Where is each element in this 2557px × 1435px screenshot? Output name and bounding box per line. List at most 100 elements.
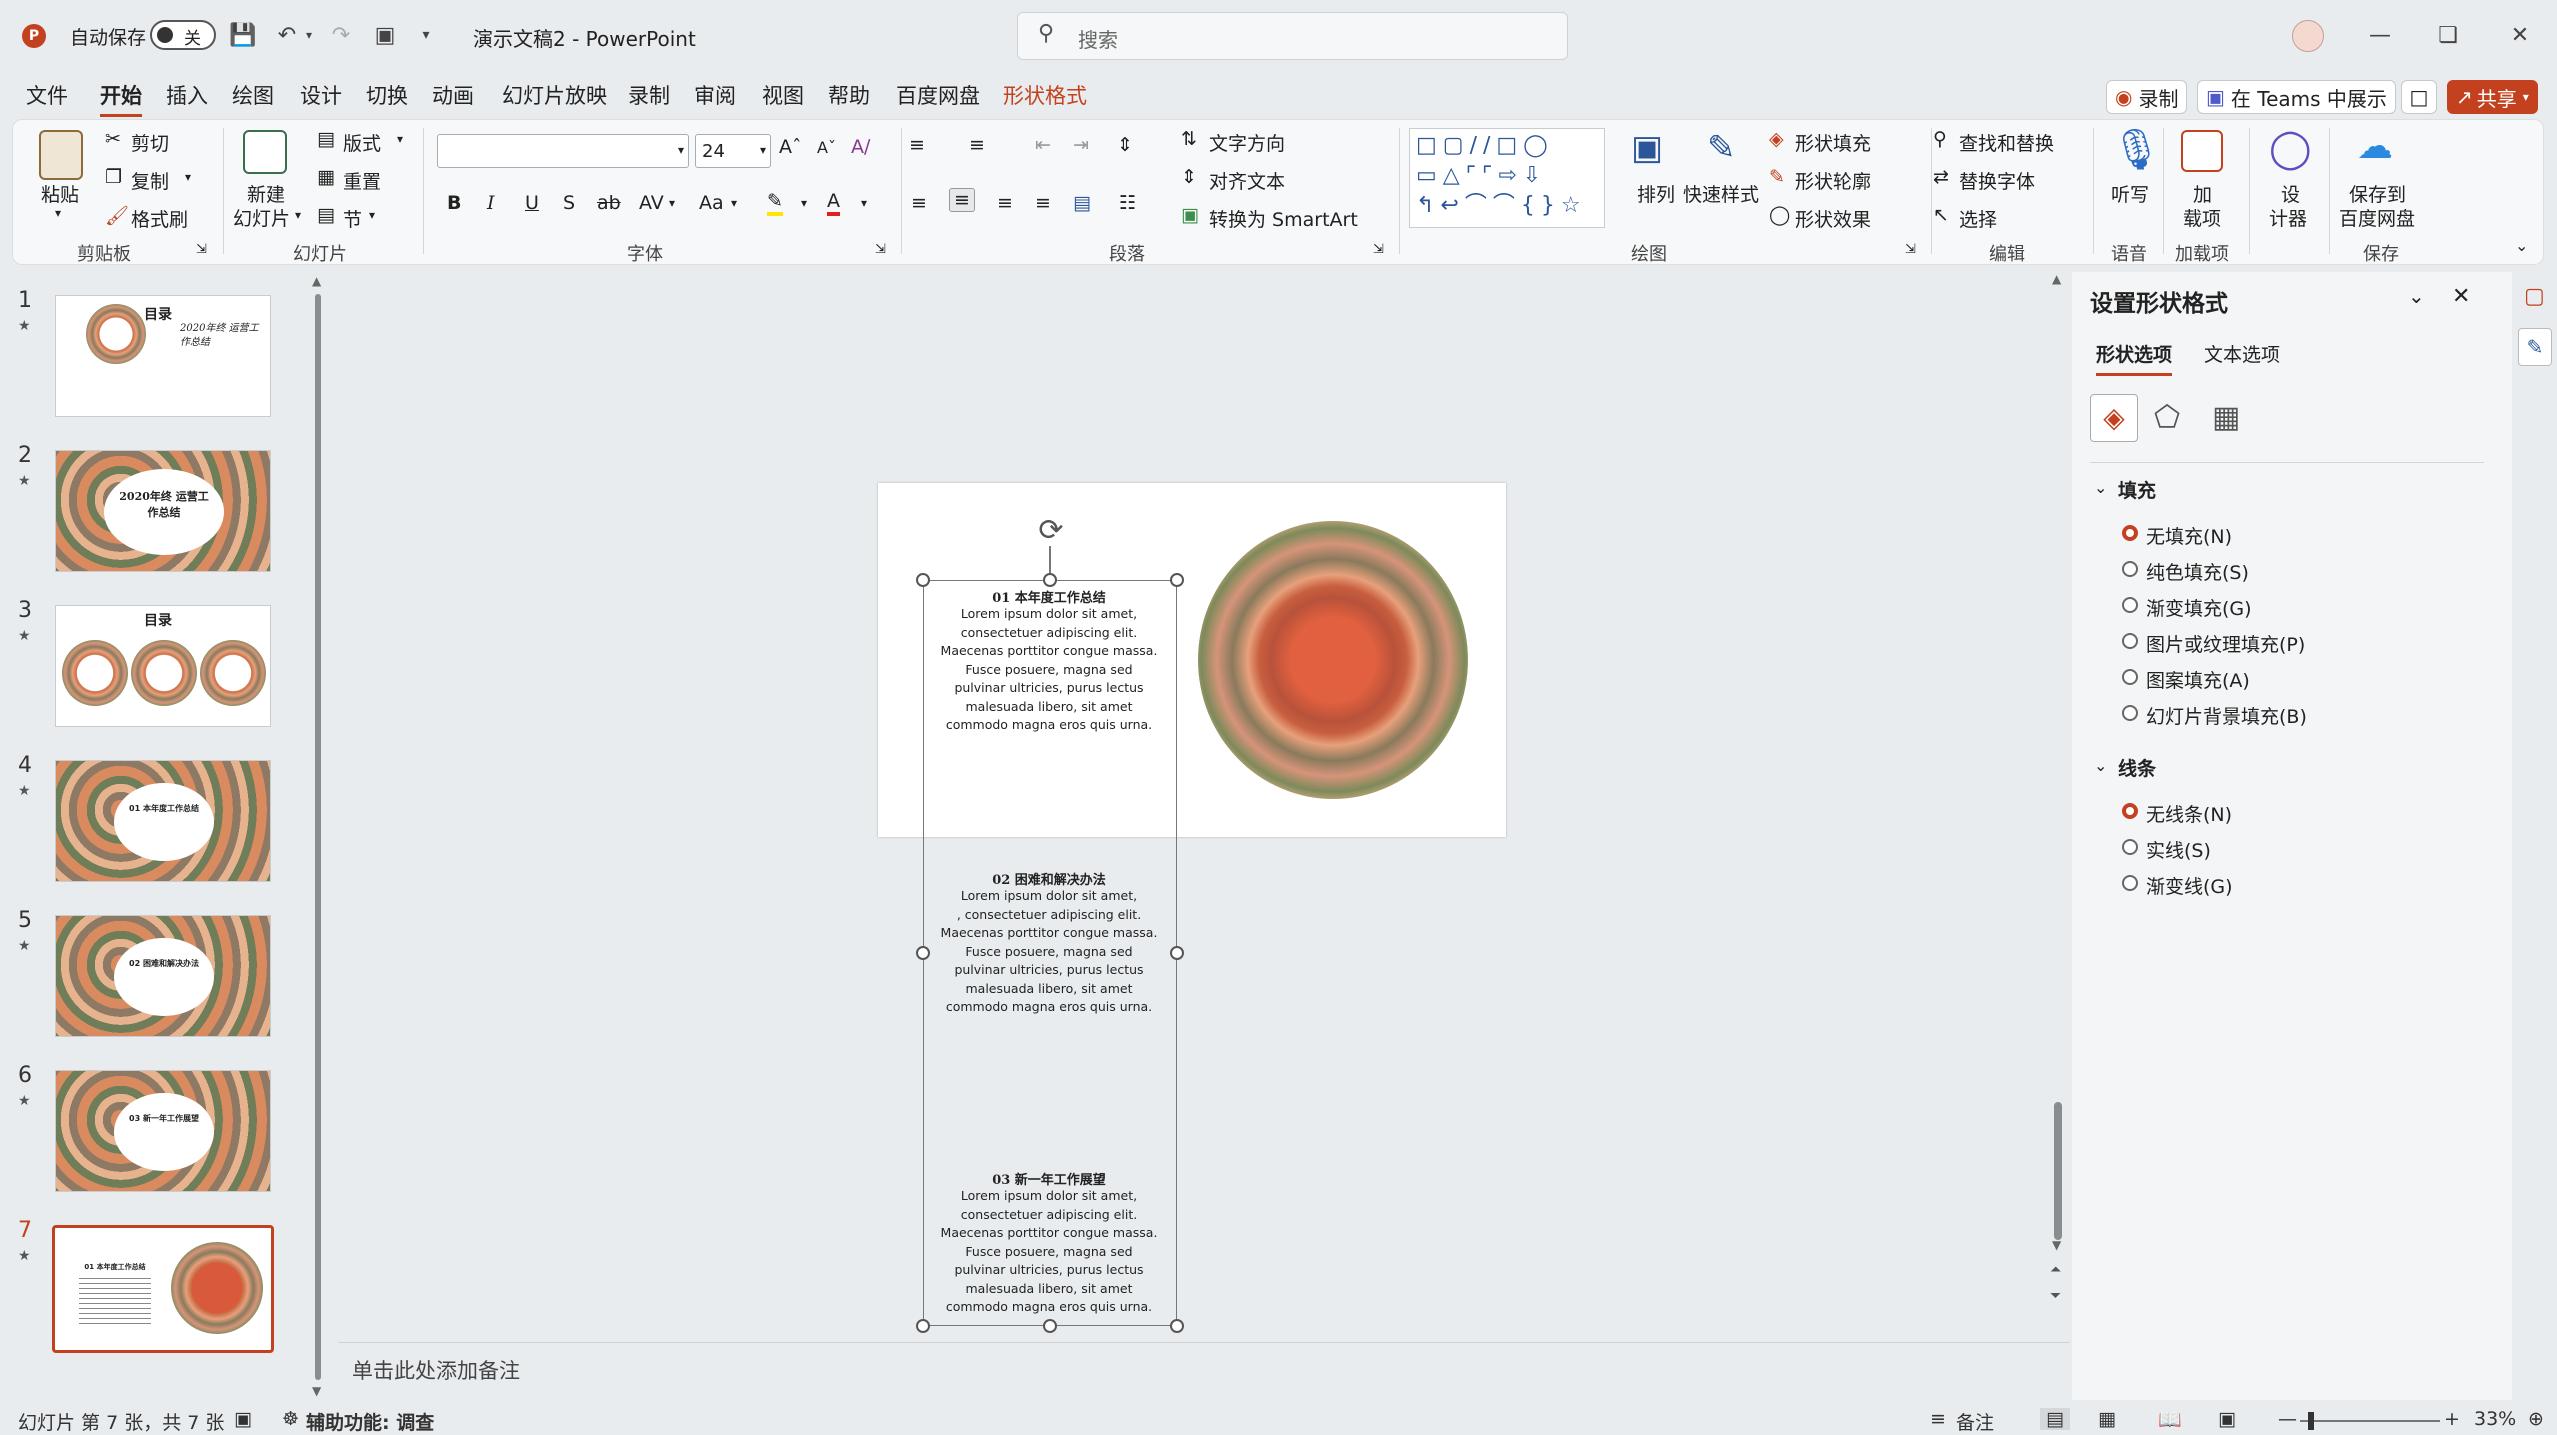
highlight-icon[interactable]: ✎ [767, 190, 783, 216]
radio[interactable] [2122, 705, 2138, 721]
section-3-line[interactable]: Lorem ipsum dolor sit amet, [924, 1187, 1174, 1206]
font-size-input[interactable]: 24 ▾ [695, 134, 771, 168]
resize-handle-top-left[interactable] [916, 573, 930, 587]
arrange-label[interactable]: 排列 [1637, 180, 1675, 207]
tab-help[interactable]: 帮助 [828, 80, 870, 110]
paragraph-launcher-icon[interactable]: ⇲ [1373, 242, 1384, 257]
wreath-photo-image[interactable] [1198, 521, 1468, 799]
radio-selected[interactable] [2122, 803, 2138, 819]
designer-icon[interactable]: ◯ [2269, 126, 2312, 170]
tab-record[interactable]: 录制 [628, 80, 670, 110]
text-direction-icon[interactable]: ⇅ [1181, 128, 1197, 150]
tab-insert[interactable]: 插入 [166, 80, 208, 110]
section-1-line[interactable]: consectetuer adipiscing elit. [924, 624, 1174, 643]
section-2-line[interactable]: Lorem ipsum dolor sit amet, [924, 887, 1174, 906]
autosave-toggle[interactable]: 关 [150, 20, 216, 50]
highlight-dropdown-icon[interactable]: ▾ [801, 196, 807, 210]
shrink-font-icon[interactable]: Aˇ [817, 138, 836, 157]
select-label[interactable]: 选择 [1959, 205, 1997, 232]
tab-slideshow[interactable]: 幻灯片放映 [502, 80, 607, 110]
change-case-dropdown-icon[interactable]: ▾ [731, 196, 737, 210]
reset-icon[interactable]: ▦ [317, 166, 335, 188]
line-spacing-icon[interactable]: ⇕ [1117, 134, 1133, 156]
font-name-input[interactable]: ▾ [437, 134, 689, 168]
radio[interactable] [2122, 561, 2138, 577]
section-1-line[interactable]: commodo magna eros quis urna. [924, 716, 1174, 735]
change-case-button[interactable]: Aa [699, 192, 724, 214]
font-name-dropdown-icon[interactable]: ▾ [678, 143, 684, 157]
tab-shape-options[interactable]: 形状选项 [2096, 340, 2173, 376]
section-2-line[interactable]: , consectetuer adipiscing elit. [924, 906, 1174, 925]
section-1-line[interactable]: Lorem ipsum dolor sit amet, [924, 605, 1174, 624]
smartart-label[interactable]: 转换为 SmartArt [1209, 205, 1358, 232]
redo-icon[interactable]: ↷ [326, 20, 356, 50]
select-icon[interactable]: ↖ [1933, 204, 1949, 226]
fill-section-header[interactable]: 填充 [2118, 476, 2156, 503]
align-text-label[interactable]: 对齐文本 [1209, 167, 1285, 194]
thumbnail-slide-7[interactable]: 01 本年度工作总结 [52, 1225, 274, 1353]
shape-effects-label[interactable]: 形状效果 [1795, 205, 1871, 232]
thumbnail-slide-1[interactable]: 目录 2020年终 运营工作总结 [55, 295, 271, 417]
new-slide-icon[interactable] [243, 130, 287, 174]
section-2-line[interactable]: pulvinar ultricies, purus lectus [924, 961, 1174, 980]
format-painter-label[interactable]: 格式刷 [131, 205, 188, 232]
section-3-line[interactable]: pulvinar ultricies, purus lectus [924, 1261, 1174, 1280]
numbering-icon[interactable]: ≡ [969, 134, 985, 156]
thumbnail-slide-2[interactable]: 2020年终 运营工作总结 [55, 450, 271, 572]
align-right-icon[interactable]: ≡ [997, 192, 1013, 214]
new-slide-label-1[interactable]: 新建 [247, 180, 285, 207]
char-spacing-button[interactable]: AV [639, 192, 664, 214]
format-painter-icon[interactable]: 🖌 [105, 204, 129, 227]
shape-fill-label[interactable]: 形状填充 [1795, 129, 1871, 156]
scroll-thumb[interactable] [315, 294, 321, 1380]
arrange-icon[interactable]: ▣ [1631, 128, 1663, 168]
thumbnail-slide-4[interactable]: 01 本年度工作总结 [55, 760, 271, 882]
resize-handle-top[interactable] [1043, 573, 1057, 587]
shape-outline-icon[interactable]: ✎ [1769, 166, 1785, 188]
radio[interactable] [2122, 597, 2138, 613]
section-1-title[interactable]: 01 本年度工作总结 [924, 587, 1174, 606]
shape-fill-icon[interactable]: ◈ [1769, 128, 1784, 150]
tab-file[interactable]: 文件 [26, 80, 68, 110]
section-label[interactable]: 节 [343, 205, 362, 232]
section-2-title[interactable]: 02 困难和解决办法 [924, 869, 1174, 888]
present-icon[interactable]: ▣ [370, 20, 400, 50]
strikethrough-button[interactable]: ab [597, 192, 621, 214]
italic-button[interactable]: I [487, 192, 495, 214]
section-2-line[interactable]: malesuada libero, sit amet [924, 980, 1174, 999]
section-1-line[interactable]: Fusce posuere, magna sed [924, 661, 1174, 680]
paste-icon[interactable] [39, 130, 83, 180]
cut-icon[interactable]: ✂ [105, 128, 121, 150]
replace-font-icon[interactable]: ⇄ [1933, 166, 1949, 188]
accessibility-status[interactable]: 辅助功能: 调查 [306, 1408, 434, 1435]
section-1-line[interactable]: malesuada libero, sit amet [924, 698, 1174, 717]
clipboard-launcher-icon[interactable]: ⇲ [196, 242, 207, 257]
align-left-icon[interactable]: ≡ [911, 192, 927, 214]
section-2-line[interactable]: Maecenas porttitor congue massa. [924, 924, 1174, 943]
resize-handle-right[interactable] [1170, 946, 1184, 960]
restore-icon[interactable]: ❏ [2433, 20, 2463, 50]
section-1-line[interactable]: pulvinar ultricies, purus lectus [924, 679, 1174, 698]
designer-side-icon[interactable]: ▢ [2524, 284, 2545, 309]
find-replace-label[interactable]: 查找和替换 [1959, 129, 2054, 156]
save-baidu-label-1[interactable]: 保存到 [2349, 180, 2406, 207]
tab-view[interactable]: 视图 [762, 80, 804, 110]
radio[interactable] [2122, 669, 2138, 685]
clear-format-icon[interactable]: A∕ [851, 136, 870, 158]
grow-font-icon[interactable]: Aˆ [779, 136, 802, 158]
share-button[interactable]: ↗ 共享 ▾ [2447, 80, 2538, 114]
section-2-line[interactable]: commodo magna eros quis urna. [924, 998, 1174, 1017]
justify-icon[interactable]: ≡ [1035, 192, 1051, 214]
previous-slide-icon[interactable]: ⏶ [2050, 1262, 2061, 1278]
replace-font-label[interactable]: 替换字体 [1959, 167, 2035, 194]
addins-label-1[interactable]: 加 [2193, 180, 2212, 207]
scroll-thumb[interactable] [2054, 1102, 2062, 1240]
undo-dropdown-icon[interactable]: ▾ [302, 22, 316, 48]
scroll-up-icon[interactable]: ▲ [312, 274, 321, 288]
font-size-dropdown-icon[interactable]: ▾ [760, 143, 766, 157]
section-3-line[interactable]: commodo magna eros quis urna. [924, 1298, 1174, 1317]
tab-home[interactable]: 开始 [100, 80, 142, 117]
zoom-slider[interactable] [2300, 1412, 2440, 1430]
comments-button[interactable]: □ [2401, 80, 2437, 114]
underline-button[interactable]: U [525, 192, 539, 214]
